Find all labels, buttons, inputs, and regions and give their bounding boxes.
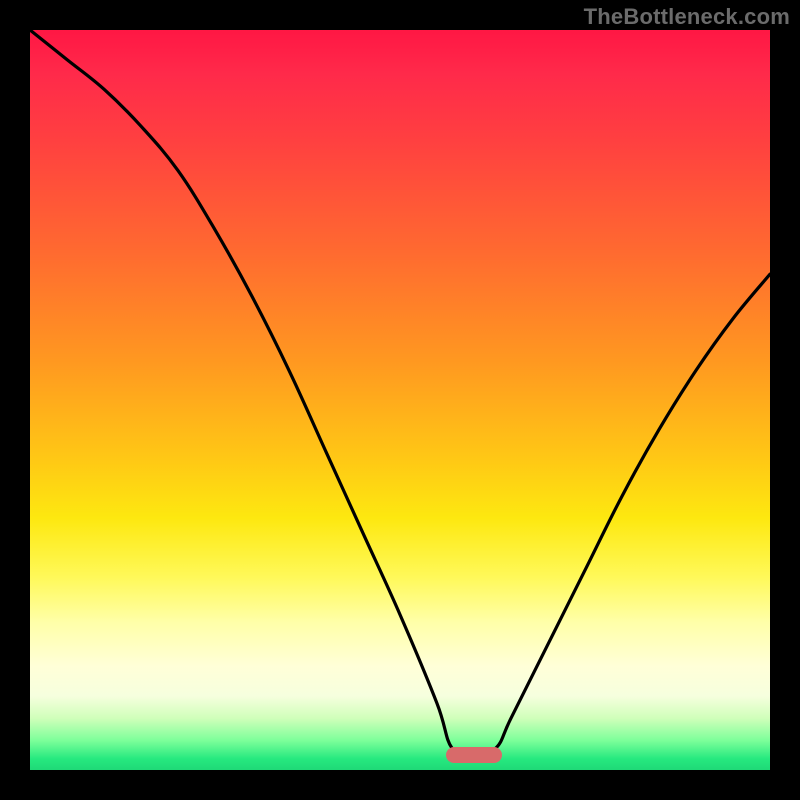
- watermark-text: TheBottleneck.com: [584, 4, 790, 30]
- bottleneck-curve: [30, 30, 770, 770]
- optimum-marker: [446, 747, 502, 763]
- chart-frame: TheBottleneck.com: [0, 0, 800, 800]
- plot-area: [30, 30, 770, 770]
